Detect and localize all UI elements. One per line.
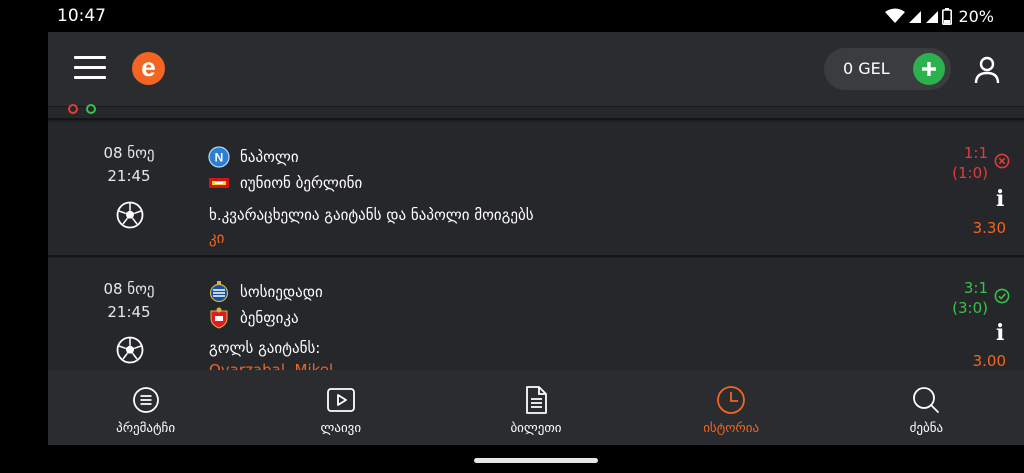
match-date: 08 ნოე 21:45 — [103, 280, 155, 321]
svg-text:N: N — [215, 151, 224, 165]
bet-pick: კი — [209, 229, 225, 247]
home-gesture-handle[interactable] — [474, 458, 598, 463]
bottom-nav: პრემატჩი ლაივი ბილეთი ისტორია ძებნა — [48, 370, 1024, 445]
bet-history-list[interactable]: 08 ნოე 21:45 N ნაპოლი იუნიონ ბერლინი ხ.კ… — [48, 104, 1024, 379]
won-status-icon — [86, 104, 96, 114]
previous-card-edge — [48, 104, 1024, 120]
bet-card[interactable]: 08 ნოე 21:45 სოსიედადი ბენფიკა გოლს გაიტ… — [48, 258, 1024, 379]
bet-odds: 3.00 — [972, 352, 1006, 370]
live-play-icon — [326, 388, 355, 412]
nav-label: ისტორია — [703, 421, 760, 436]
user-icon[interactable] — [974, 56, 1000, 84]
home-team: N ნაპოლი — [208, 145, 299, 169]
wifi-icon — [885, 8, 906, 23]
nav-history[interactable]: ისტორია — [634, 370, 829, 445]
prematch-icon — [132, 387, 159, 413]
brand-logo[interactable]: e — [132, 52, 165, 85]
clock: 10:47 — [57, 6, 106, 26]
napoli-crest-icon: N — [208, 146, 230, 168]
nav-ticket[interactable]: ბილეთი — [438, 370, 633, 445]
nav-label: ლაივი — [320, 421, 362, 436]
plus-icon — [922, 62, 936, 76]
final-score: 1:1 (1:0) — [952, 144, 988, 182]
nav-label: ბილეთი — [510, 421, 562, 436]
bet-odds: 3.30 — [972, 219, 1006, 237]
battery-percent: 20% — [958, 6, 994, 26]
signal-icon — [926, 11, 939, 23]
info-icon[interactable]: i — [996, 320, 1004, 346]
real-sociedad-crest-icon — [209, 281, 229, 303]
union-berlin-crest-icon — [209, 178, 229, 188]
football-icon — [116, 201, 144, 229]
ticket-icon — [526, 386, 547, 414]
balance-pill[interactable]: 0 GEL — [824, 48, 951, 90]
lost-status-icon — [68, 104, 78, 114]
won-status-icon — [994, 288, 1010, 304]
nav-live[interactable]: ლაივი — [243, 370, 438, 445]
gesture-bar — [48, 445, 1024, 473]
system-icons: 20% — [885, 6, 994, 26]
lost-status-icon — [994, 153, 1010, 169]
football-icon — [116, 336, 144, 364]
signal-icon — [909, 11, 922, 23]
app-header: e 0 GEL — [48, 32, 1024, 107]
final-score: 3:1 (3:0) — [952, 279, 988, 317]
menu-icon[interactable] — [74, 56, 106, 80]
benfica-crest-icon — [210, 307, 228, 329]
match-date: 08 ნოე 21:45 — [103, 144, 155, 185]
add-funds-button[interactable] — [913, 53, 945, 85]
away-team: იუნიონ ბერლინი — [208, 171, 362, 195]
app-window: e 0 GEL 08 ნოე 21:45 N ნაპოლი იუნიონ ბერ… — [48, 32, 1024, 445]
nav-label: ძებნა — [909, 421, 944, 436]
search-icon — [913, 387, 940, 413]
nav-label: პრემატჩი — [116, 421, 176, 436]
balance-amount: 0 GEL — [843, 59, 890, 78]
bet-market: ხ.კვარაცხელია გაიტანს და ნაპოლი მოიგებს — [209, 206, 534, 224]
bet-market: გოლს გაიტანს: — [209, 339, 321, 357]
home-team: სოსიედადი — [208, 280, 323, 304]
away-team: ბენფიკა — [208, 306, 299, 330]
bet-card[interactable]: 08 ნოე 21:45 N ნაპოლი იუნიონ ბერლინი ხ.კ… — [48, 122, 1024, 257]
nav-search[interactable]: ძებნა — [829, 370, 1024, 445]
nav-prematch[interactable]: პრემატჩი — [48, 370, 243, 445]
info-icon[interactable]: i — [996, 186, 1004, 212]
battery-icon — [942, 7, 953, 25]
status-bar: 10:47 20% — [0, 0, 1024, 32]
history-clock-icon — [717, 386, 746, 414]
